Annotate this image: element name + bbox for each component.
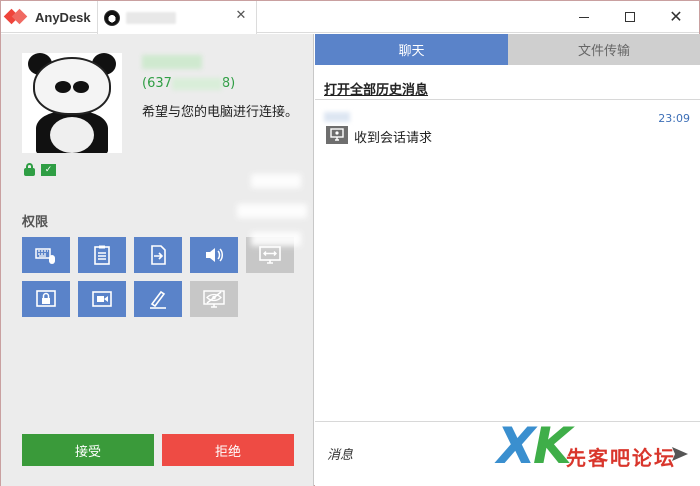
watermark-text: 先客吧论坛: [566, 446, 676, 470]
request-panel: (637 8) 希望与您的电脑进行连接。 ✓ 权限 接受 拒绝: [1, 34, 314, 486]
minimize-button[interactable]: [561, 1, 607, 33]
user-id-blurred: [171, 77, 222, 90]
image-artifact: [251, 232, 301, 246]
panda-eye-right: [73, 81, 89, 93]
user-id-suffix: 8): [221, 76, 236, 91]
image-artifact: [251, 174, 301, 188]
anydesk-logo-icon: [3, 8, 29, 26]
tab-avatar-icon: [104, 9, 120, 26]
file-transfer-icon: [151, 245, 166, 265]
keyboard-mouse-icon: [35, 248, 55, 264]
permission-draw-button[interactable]: [134, 281, 182, 317]
user-id-prefix: (637: [142, 76, 172, 91]
speaker-icon: [206, 248, 223, 262]
chat-tabs: 聊天 文件传输: [315, 34, 700, 65]
session-tab[interactable]: ✕: [97, 1, 257, 34]
panda-eye-left: [55, 81, 71, 93]
camera-icon: [92, 291, 112, 307]
tab-session-name-blurred: [126, 11, 176, 24]
close-icon: ✕: [669, 7, 683, 26]
watermark-logo: X K 先客吧论坛: [491, 416, 700, 486]
divider: [315, 99, 700, 100]
connection-status: ✓: [24, 163, 56, 176]
reject-button[interactable]: 拒绝: [162, 434, 294, 466]
window-controls: ✕: [561, 1, 699, 33]
close-window-button[interactable]: ✕: [653, 1, 699, 33]
tab-file-transfer[interactable]: 文件传输: [508, 34, 700, 65]
panda-head: [33, 57, 111, 115]
permission-record-session-button[interactable]: [78, 281, 126, 317]
clipboard-icon: [94, 245, 110, 265]
encrypted-lock-icon: [24, 163, 35, 176]
tab-chat[interactable]: 聊天: [315, 34, 508, 65]
lock-screen-icon: [36, 290, 56, 307]
watermark-letter-x: X: [497, 417, 536, 475]
remote-user-id: (637 8): [142, 76, 235, 91]
image-artifact: [237, 204, 307, 218]
permission-lock-desktop-button[interactable]: [22, 281, 70, 317]
maximize-button[interactable]: [607, 1, 653, 33]
pen-icon: [150, 290, 166, 309]
connection-request-message: 希望与您的电脑进行连接。: [142, 105, 299, 120]
permission-clipboard-button[interactable]: [78, 237, 126, 273]
message-timestamp: 23:09: [658, 112, 690, 125]
app-name: AnyDesk: [35, 9, 91, 25]
title-bar: AnyDesk ✕ ✕: [1, 1, 699, 34]
screen-arrows-icon: [259, 246, 281, 264]
permission-keyboard-mouse-button[interactable]: [22, 237, 70, 273]
avatar: [22, 53, 122, 153]
permission-file-transfer-button[interactable]: [134, 237, 182, 273]
maximize-icon: [625, 12, 635, 22]
anydesk-window: AnyDesk ✕ ✕ (637 8) 希望与您的电脑进行连接。 ✓ 权限 接受…: [0, 0, 700, 486]
open-history-link[interactable]: 打开全部历史消息: [324, 79, 428, 98]
remote-user-name-blurred: [142, 55, 202, 69]
permission-sound-button[interactable]: [190, 237, 238, 273]
minimize-icon: [579, 16, 589, 18]
accept-button[interactable]: 接受: [22, 434, 154, 466]
verified-screen-icon: ✓: [41, 163, 56, 176]
session-request-icon: [326, 126, 348, 144]
panda-belly: [50, 117, 94, 153]
permissions-title: 权限: [22, 215, 49, 230]
message-text: 收到会话请求: [354, 131, 433, 146]
app-tab[interactable]: AnyDesk: [1, 1, 97, 33]
permission-privacy-button[interactable]: [190, 281, 238, 317]
message-sender-blurred: [324, 112, 350, 122]
close-tab-icon[interactable]: ✕: [234, 9, 248, 23]
eye-hidden-icon: [203, 290, 225, 308]
